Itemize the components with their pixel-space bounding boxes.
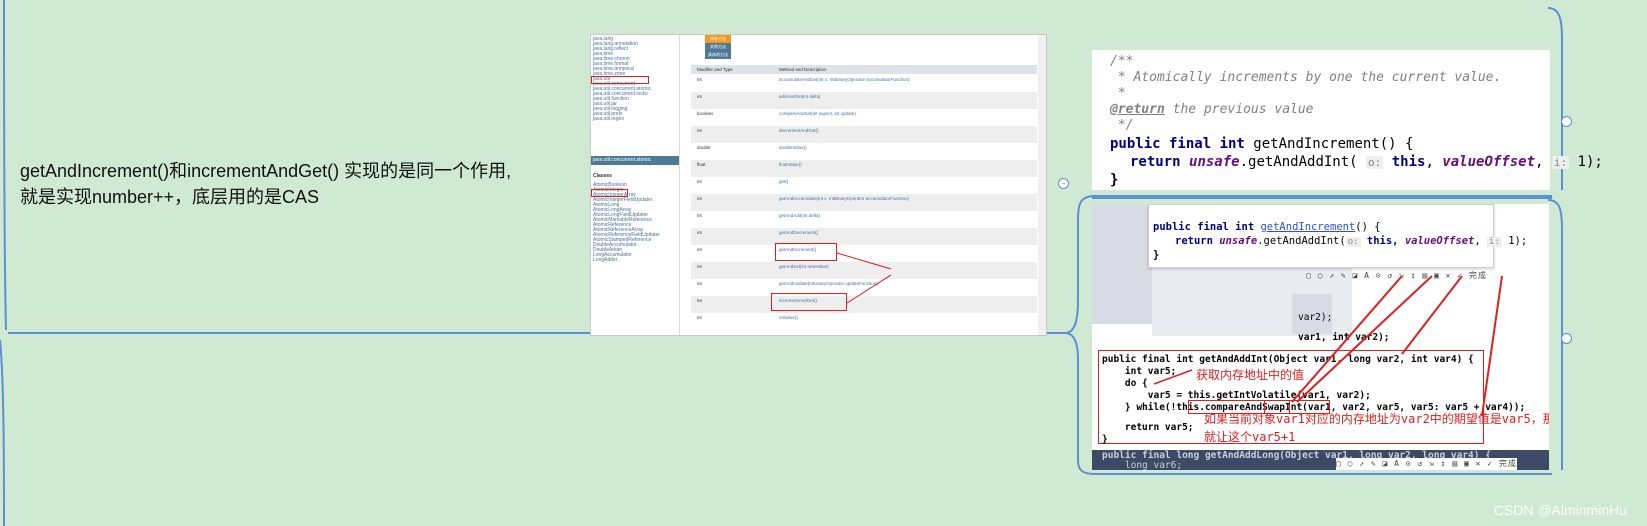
expand-toggle-icon-top[interactable] xyxy=(1561,116,1572,127)
javadoc-annotation-arrows xyxy=(836,252,892,304)
code-snippet-getAndIncrement: /** * Atomically increments by one the c… xyxy=(1092,50,1603,190)
javadoc-scrollbar[interactable] xyxy=(1038,35,1046,335)
closing-brace: } xyxy=(1110,172,1119,188)
highlight-class xyxy=(591,189,628,197)
class-link[interactable]: LongAdder xyxy=(593,258,617,263)
comment-line: * xyxy=(1110,86,1126,101)
keyword: public final int xyxy=(1110,136,1254,152)
punct: , xyxy=(1535,154,1552,170)
node-line-2: 就是实现number++，底层用的是CAS xyxy=(20,187,320,207)
javadoc-screenshot: java.util.concurrent.atomic Classes java… xyxy=(590,34,1047,336)
comment-text: the previous value xyxy=(1164,102,1314,117)
comment-line: /** xyxy=(1110,54,1134,69)
csdn-watermark: CSDN @AlminminHu xyxy=(1493,502,1627,518)
annotation-arrows xyxy=(1153,275,1503,417)
javadoc-selected-package: java.util.concurrent.atomic xyxy=(591,156,679,165)
comment-line: @return the previous value xyxy=(1110,102,1314,118)
param-hint: o: xyxy=(1366,156,1384,169)
field-ref: valueOffset xyxy=(1442,154,1536,170)
param-hint: i: xyxy=(1551,156,1570,169)
node-line-1: getAndIncrement()和incrementAndGet() 实现的是… xyxy=(20,161,512,181)
comment-line: * Atomically increments by one the curre… xyxy=(1110,70,1502,85)
javadoc-method-summary: 所有方法 实例方法 具体的方法 Modifier and Type Method… xyxy=(691,35,1037,335)
code-snippet-getAndAddInt: public final int getAndIncrement() { ret… xyxy=(1092,204,1549,470)
mindmap-node-text[interactable]: getAndIncrement()和incrementAndGet() 实现的是… xyxy=(20,158,610,210)
method-signature: public final int getAndIncrement() { xyxy=(1110,136,1413,152)
punct: , xyxy=(1425,154,1443,170)
highlight-package xyxy=(591,76,649,84)
return-statement: return unsafe.getAndAddInt( o: this, val… xyxy=(1130,154,1603,171)
call: .getAndAddInt( xyxy=(1239,154,1367,170)
javadoc-tag: @return xyxy=(1110,102,1165,117)
collapse-toggle-icon[interactable]: − xyxy=(1058,178,1069,189)
code-line: long var6; xyxy=(1102,460,1183,470)
expand-toggle-icon-bottom[interactable] xyxy=(1561,333,1572,344)
javadoc-classes-header: Classes xyxy=(593,173,612,179)
field-ref: unsafe xyxy=(1189,154,1240,170)
screenshot-toolbar[interactable]: ▢ ○ ↗ ✎ ◪ A ⊙ ↺ ⇲ ↧ ▤ ▣ ✕ ✓ 完成 xyxy=(1336,458,1517,470)
comment-line: */ xyxy=(1110,118,1134,133)
method-name: getAndIncrement() { xyxy=(1253,136,1414,152)
keyword: this xyxy=(1383,154,1426,170)
call-tail: 1); xyxy=(1569,154,1603,170)
package-link[interactable]: java.util.regex xyxy=(593,117,624,122)
keyword: return xyxy=(1130,154,1190,170)
